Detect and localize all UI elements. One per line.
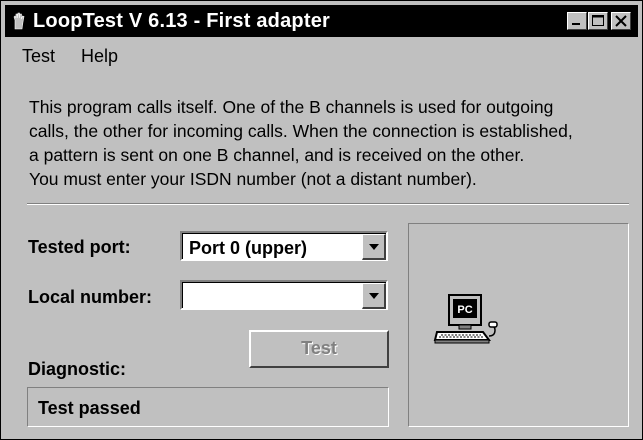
description-line: This program calls itself. One of the B … (29, 97, 554, 117)
local-number-select[interactable] (180, 280, 388, 310)
diagnostic-label: Diagnostic: (28, 359, 127, 379)
minimize-button[interactable] (567, 12, 587, 30)
minimize-icon (572, 23, 580, 25)
pc-icon: PC (433, 294, 498, 344)
window-title: LoopTest V 6.13 - First adapter (33, 10, 331, 32)
tested-port-value: Port 0 (upper) (189, 238, 308, 258)
local-number-field (182, 282, 386, 309)
chevron-down-icon (369, 244, 379, 250)
description-line: calls, the other for incoming calls. Whe… (29, 121, 573, 141)
description-line: a pattern is sent on one B channel, and … (29, 145, 525, 165)
diagnostic-box: Test passed (27, 387, 389, 427)
app-hand-icon (13, 12, 25, 30)
maximize-button[interactable] (588, 12, 608, 30)
close-button[interactable] (611, 12, 631, 30)
chevron-down-icon (369, 293, 379, 299)
test-button[interactable]: Test (249, 330, 389, 368)
menu-bar: Test Help (5, 39, 638, 69)
local-number-label: Local number: (28, 287, 153, 307)
tested-port-dropdown-button[interactable] (362, 234, 386, 260)
tested-port-field: Port 0 (upper) (182, 233, 386, 260)
tested-port-select[interactable]: Port 0 (upper) (180, 231, 388, 261)
title-bar[interactable]: LoopTest V 6.13 - First adapter (5, 5, 638, 37)
status-panel: PC (408, 223, 629, 427)
app-window: LoopTest V 6.13 - First adapter Test Hel… (0, 0, 643, 440)
description-text: This program calls itself. One of the B … (29, 95, 629, 191)
description-line: You must enter your ISDN number (not a d… (29, 169, 477, 189)
diagnostic-result: Test passed (38, 398, 141, 418)
menu-test[interactable]: Test (22, 46, 55, 67)
pc-screen-label: PC (457, 304, 472, 316)
tested-port-label: Tested port: (28, 237, 131, 257)
maximize-icon (592, 15, 604, 26)
separator-line (27, 203, 629, 205)
local-number-dropdown-button[interactable] (362, 283, 386, 309)
menu-help[interactable]: Help (81, 46, 118, 67)
close-icon (615, 15, 627, 27)
